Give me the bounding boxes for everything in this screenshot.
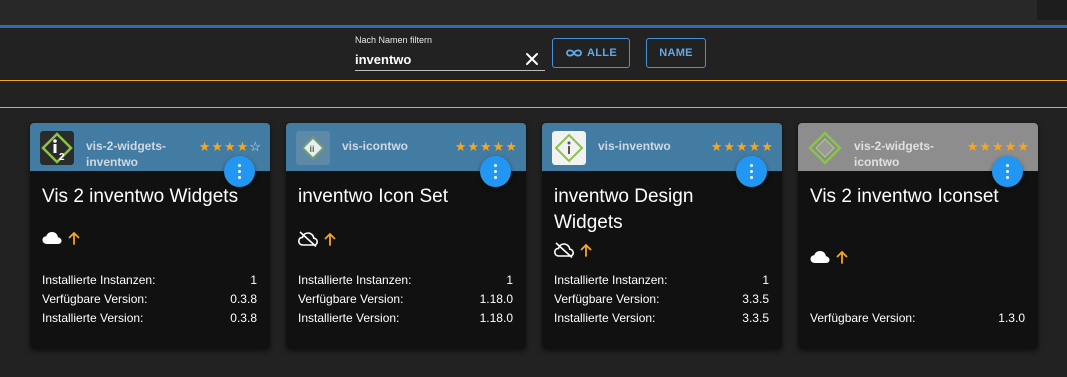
arrow-up-icon — [68, 231, 80, 245]
rating-stars[interactable]: ★★★★★ — [967, 139, 1030, 155]
adapter-logo-icon: ii — [296, 131, 330, 165]
show-all-label: ALLE — [587, 47, 617, 59]
divider-line — [0, 107, 1067, 108]
close-icon — [526, 53, 538, 65]
installed-version-row: Installierte Version: 1.18.0 — [298, 311, 513, 325]
adapter-name: vis-inventwo — [598, 139, 671, 153]
installed-instances-label: Installierte Instanzen: — [298, 273, 412, 287]
adapter-logo-icon — [552, 131, 586, 165]
available-version-row: Verfügbare Version: 0.3.8 — [42, 292, 257, 306]
available-version-value: 0.3.8 — [230, 292, 257, 306]
available-version-value: 1.3.0 — [998, 311, 1025, 325]
name-filter-label: Nach Namen filtern — [355, 35, 433, 45]
adapter-title: Vis 2 inventwo Iconset — [810, 186, 999, 207]
installed-version-value: 0.3.8 — [230, 311, 257, 325]
cloud-off-icon — [554, 242, 574, 258]
cloud-off-icon — [298, 231, 318, 247]
available-version-label: Verfügbare Version: — [554, 292, 660, 306]
adapter-menu-button[interactable] — [736, 156, 767, 187]
installed-version-row: Installierte Version: 3.3.5 — [554, 311, 769, 325]
adapter-menu-button[interactable] — [480, 156, 511, 187]
adapter-logo-icon — [808, 131, 842, 165]
available-version-label: Verfügbare Version: — [810, 311, 916, 325]
adapter-card[interactable]: ii vis-icontwo ★★★★★ inventwo Icon Set I… — [286, 123, 526, 349]
available-version-value: 3.3.5 — [742, 292, 769, 306]
svg-text:2: 2 — [59, 152, 65, 163]
arrow-up-icon — [324, 232, 336, 246]
adapter-name: vis-2-widgets-inventwo — [86, 139, 167, 169]
installed-instances-label: Installierte Instanzen: — [42, 273, 156, 287]
divider-line — [0, 80, 1067, 81]
installed-version-row: Installierte Version: 0.3.8 — [42, 311, 257, 325]
rating-stars[interactable]: ★★★★★ — [455, 139, 518, 155]
infinity-icon — [566, 49, 582, 57]
installed-version-value: 1.18.0 — [479, 311, 513, 325]
rating-stars[interactable]: ★★★★★ — [711, 139, 774, 155]
installed-version-label: Installierte Version: — [298, 311, 400, 325]
available-version-row: Verfügbare Version: 1.3.0 — [810, 311, 1025, 325]
adapter-title: inventwo Design Widgets — [554, 186, 694, 233]
installed-instances-row: Installierte Instanzen: 1 — [554, 273, 769, 287]
adapter-status — [810, 250, 848, 264]
name-filter-underline — [355, 70, 545, 71]
installed-version-value: 3.3.5 — [742, 311, 769, 325]
adapter-menu-button[interactable] — [224, 156, 255, 187]
cloud-icon — [42, 232, 62, 244]
installed-instances-label: Installierte Instanzen: — [554, 273, 668, 287]
installed-version-label: Installierte Version: — [42, 311, 144, 325]
adapter-title: inventwo Icon Set — [298, 186, 448, 207]
adapter-status — [554, 242, 592, 258]
available-version-label: Verfügbare Version: — [42, 292, 148, 306]
installed-instances-value: 1 — [506, 273, 513, 287]
installed-instances-value: 1 — [250, 273, 257, 287]
available-version-row: Verfügbare Version: 1.18.0 — [298, 292, 513, 306]
adapter-card[interactable]: vis-inventwo ★★★★★ inventwo Design Widge… — [542, 123, 782, 349]
name-filter-input[interactable] — [355, 49, 525, 69]
rating-stars[interactable]: ★★★★☆ — [199, 139, 262, 155]
adapter-logo-icon: 2 — [40, 131, 74, 165]
name-filter: Nach Namen filtern — [355, 33, 545, 71]
installed-instances-row: Installierte Instanzen: 1 — [42, 273, 257, 287]
adapter-name: vis-icontwo — [342, 139, 409, 153]
installed-version-label: Installierte Version: — [554, 311, 656, 325]
installed-instances-value: 1 — [762, 273, 769, 287]
star-empty-icon: ☆ — [249, 139, 262, 154]
adapter-status — [42, 231, 80, 245]
installed-instances-row: Installierte Instanzen: 1 — [298, 273, 513, 287]
sort-by-name-button[interactable]: NAME — [646, 38, 706, 68]
arrow-up-icon — [836, 250, 848, 264]
arrow-up-icon — [580, 243, 592, 257]
cloud-icon — [810, 251, 830, 263]
adapter-card[interactable]: vis-2-widgets-icontwo ★★★★★ Vis 2 invent… — [798, 123, 1038, 349]
clear-filter-button[interactable] — [523, 50, 541, 68]
top-app-bar-corner — [1037, 0, 1067, 20]
top-app-bar — [0, 0, 1067, 28]
available-version-label: Verfügbare Version: — [298, 292, 404, 306]
show-all-button[interactable]: ALLE — [552, 38, 630, 68]
available-version-row: Verfügbare Version: 3.3.5 — [554, 292, 769, 306]
sort-by-name-label: NAME — [659, 47, 693, 59]
adapter-name: vis-2-widgets-icontwo — [854, 139, 935, 169]
adapter-title: Vis 2 inventwo Widgets — [42, 186, 239, 207]
available-version-value: 1.18.0 — [479, 292, 513, 306]
adapter-menu-button[interactable] — [992, 156, 1023, 187]
adapter-status — [298, 231, 336, 247]
adapter-card[interactable]: 2 vis-2-widgets-inventwo ★★★★☆ Vis 2 inv… — [30, 123, 270, 349]
svg-text:ii: ii — [310, 144, 315, 154]
